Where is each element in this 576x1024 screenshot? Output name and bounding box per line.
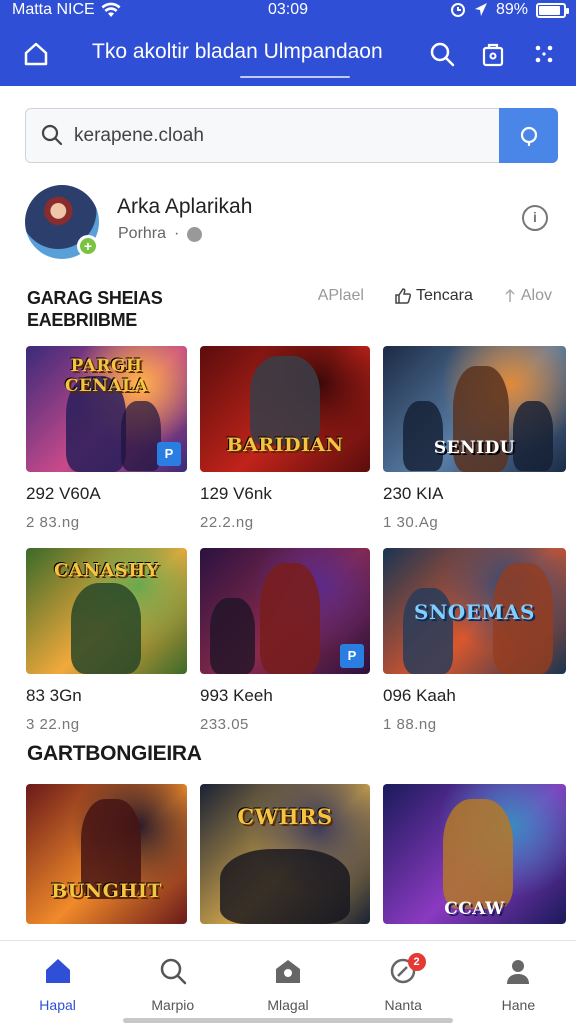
game-card[interactable]: SNOEMAS 096 Kaah 1 88.ng	[383, 548, 566, 733]
game-title: 993 Keeh	[200, 686, 273, 705]
game-card[interactable]: P 993 Keeh 233.05	[200, 548, 370, 733]
search-icon	[160, 958, 187, 985]
header-more-button[interactable]	[526, 36, 562, 72]
section-title: GARAG SHEIAS EAEBRIIBME	[27, 288, 163, 330]
bag-icon	[482, 43, 504, 67]
status-bar: Matta NICE 03:09 89%	[0, 0, 576, 22]
game-thumbnail[interactable]: PARGH CENALA P	[26, 346, 187, 472]
nav-marpio[interactable]: Marpio	[115, 941, 230, 1024]
store-icon	[275, 960, 300, 983]
bottom-navigation: Hapal Marpio Mlagal 2 Nanta Hane	[0, 940, 576, 1024]
nav-hane[interactable]: Hane	[461, 941, 576, 1024]
game-title: 292 V60A	[26, 484, 101, 503]
game-meta: 2 83.ng	[26, 514, 80, 531]
game-logo: BARIDIAN	[226, 434, 344, 456]
globe-icon	[187, 226, 203, 242]
nav-hapal[interactable]: Hapal	[0, 941, 115, 1024]
game-card[interactable]: CANASHY 83 3Gn 3 22.ng	[26, 548, 187, 733]
game-logo: CWHRS	[237, 804, 333, 829]
game-thumbnail[interactable]: BUNGHIT	[26, 784, 187, 924]
game-logo: PARGH CENALA	[64, 356, 149, 396]
platform-badge: P	[340, 644, 364, 668]
profile-subtitle: Porhra	[118, 225, 167, 242]
game-card[interactable]: BARIDIAN 129 V6nk 22.2.ng	[200, 346, 370, 531]
game-thumbnail[interactable]: CANASHY	[26, 548, 187, 674]
game-logo: SENIDU	[433, 438, 516, 458]
game-card[interactable]: SENIDU 230 KIA 1 30.Ag	[383, 346, 566, 531]
section-tabs: APlael Tencara Alov	[318, 287, 552, 305]
game-logo: SNOEMAS	[414, 600, 535, 624]
search-icon	[430, 42, 455, 67]
game-thumbnail[interactable]: P	[200, 548, 370, 674]
arrow-icon	[505, 288, 515, 302]
game-thumbnail[interactable]: SNOEMAS	[383, 548, 566, 674]
game-card[interactable]: CCAW	[383, 784, 566, 924]
game-thumbnail[interactable]: SENIDU	[383, 346, 566, 472]
search-bar	[25, 108, 558, 163]
add-badge-icon: +	[77, 235, 99, 257]
tab-aplael[interactable]: APlael	[318, 287, 364, 305]
thumbs-up-icon	[395, 288, 411, 304]
header-search-button[interactable]	[424, 36, 460, 72]
game-title: 096 Kaah	[383, 686, 456, 705]
separator-dot: ·	[174, 225, 180, 242]
profile-card[interactable]: + Arka Aplarikah Porhra · i	[25, 185, 558, 265]
game-meta: 1 30.Ag	[383, 514, 439, 531]
header-bag-button[interactable]	[475, 36, 511, 72]
game-thumbnail[interactable]: CCAW	[383, 784, 566, 924]
game-card[interactable]: PARGH CENALA P 292 V60A 2 83.ng	[26, 346, 187, 531]
game-title: 129 V6nk	[200, 484, 272, 503]
nav-mlagal[interactable]: Mlagal	[230, 941, 345, 1024]
search-icon	[41, 124, 63, 146]
top-app-bar: Matta NICE 03:09 89% Tko akoltir bladan …	[0, 0, 576, 86]
alarm-icon	[450, 3, 465, 17]
battery-percent: 89%	[495, 1, 528, 18]
tab-tencara[interactable]: Tencara	[394, 287, 473, 305]
game-logo: BUNGHIT	[51, 880, 162, 902]
game-card[interactable]: BUNGHIT	[26, 784, 187, 924]
tab-alov[interactable]: Alov	[503, 287, 552, 305]
games-grid-row-1: PARGH CENALA P 292 V60A 2 83.ng BARIDIAN…	[26, 346, 566, 531]
game-logo: CCAW	[444, 899, 505, 919]
location-icon	[474, 3, 487, 16]
game-thumbnail[interactable]: BARIDIAN	[200, 346, 370, 472]
game-meta: 1 88.ng	[383, 716, 437, 733]
profile-subtitle-row: Porhra ·	[118, 225, 203, 243]
more-icon	[535, 45, 553, 63]
search-input[interactable]	[74, 121, 494, 151]
games-grid-row-3: BUNGHIT CWHRS CCAW	[26, 784, 566, 924]
game-thumbnail[interactable]: CWHRS	[200, 784, 370, 924]
nav-nanta[interactable]: 2 Nanta	[346, 941, 461, 1024]
search-icon	[520, 126, 537, 146]
section-header: GARAG SHEIAS EAEBRIIBME APlael Tencara A…	[27, 287, 557, 335]
battery-icon	[536, 2, 569, 18]
home-icon	[24, 42, 48, 66]
game-title: 230 KIA	[383, 484, 444, 503]
title-underline	[240, 76, 350, 78]
platform-badge: P	[157, 442, 181, 466]
home-button[interactable]	[18, 36, 54, 72]
game-meta: 22.2.ng	[200, 514, 254, 531]
info-icon[interactable]: i	[522, 205, 548, 231]
page-title: Tko akoltir bladan Ulmpandaon	[92, 40, 383, 63]
home-indicator[interactable]	[123, 1018, 453, 1023]
game-card[interactable]: CWHRS	[200, 784, 370, 924]
home-icon	[45, 959, 70, 983]
profile-icon	[507, 960, 530, 984]
profile-name: Arka Aplarikah	[117, 195, 253, 218]
notification-badge: 2	[407, 953, 426, 971]
section-title: GARTBONGIEIRA	[27, 742, 202, 765]
game-meta: 233.05	[200, 716, 249, 733]
games-grid-row-2: CANASHY 83 3Gn 3 22.ng P 993 Keeh 233.05…	[26, 548, 566, 733]
search-submit-button[interactable]	[499, 108, 558, 163]
game-title: 83 3Gn	[26, 686, 82, 705]
game-meta: 3 22.ng	[26, 716, 80, 733]
game-logo: CANASHY	[53, 560, 160, 581]
